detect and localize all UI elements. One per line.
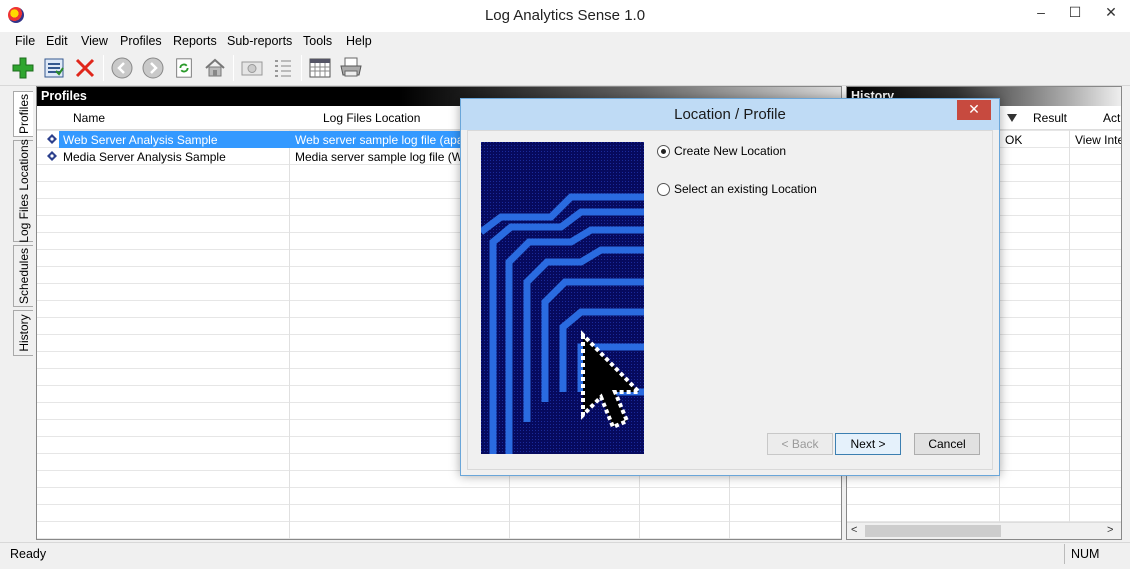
radio-dot [657, 182, 670, 196]
dialog-body: Create New Location Select an existing L… [467, 130, 993, 470]
history-result: OK [1005, 133, 1023, 147]
toolbar [0, 51, 1130, 86]
preview-icon[interactable] [239, 55, 265, 81]
wizard-image [481, 142, 644, 454]
list-icon[interactable] [270, 55, 296, 81]
home-icon[interactable] [202, 55, 228, 81]
profile-location: Media server sample log file (WMS) [295, 150, 463, 164]
scroll-thumb[interactable] [865, 525, 1001, 537]
profile-icon [47, 151, 57, 161]
num-lock-indicator: NUM [1064, 544, 1104, 564]
status-text: Ready [10, 547, 47, 561]
profile-name: Media Server Analysis Sample [63, 150, 226, 164]
column-log-files-location[interactable]: Log Files Location [323, 111, 420, 125]
location-profile-dialog: Location / Profile ✕ Create New Location… [460, 98, 1000, 476]
tab-schedules[interactable]: Schedules [13, 245, 33, 307]
menu-bar: File Edit View Profiles Reports Sub-repo… [0, 32, 1130, 51]
calendar-icon[interactable] [307, 55, 333, 81]
history-horizontal-scrollbar[interactable]: < > [847, 522, 1121, 539]
next-button[interactable]: Next > [835, 433, 901, 455]
print-icon[interactable] [338, 55, 364, 81]
forward-icon[interactable] [140, 55, 166, 81]
minimize-button[interactable]: – [1024, 0, 1058, 26]
status-bar: Ready NUM [0, 542, 1130, 569]
dialog-title: Location / Profile [674, 106, 786, 123]
tab-history[interactable]: History [13, 310, 33, 356]
side-tabs: Profiles Log Files Locations Schedules H… [8, 88, 34, 540]
back-button[interactable]: < Back [767, 433, 833, 455]
properties-icon[interactable] [41, 55, 67, 81]
column-name[interactable]: Name [73, 111, 105, 125]
menu-tools[interactable]: Tools [303, 34, 332, 48]
scroll-right-icon[interactable]: > [1107, 524, 1113, 536]
profile-icon [47, 134, 57, 144]
dialog-title-bar: Location / Profile ✕ [461, 99, 999, 130]
menu-reports[interactable]: Reports [173, 34, 217, 48]
history-action[interactable]: View Inte [1075, 133, 1121, 147]
menu-sub-reports[interactable]: Sub-reports [227, 34, 292, 48]
maximize-button[interactable]: ☐ [1058, 0, 1092, 26]
column-action[interactable]: Act [1103, 111, 1120, 125]
dialog-close-button[interactable]: ✕ [957, 100, 991, 120]
tab-log-files-locations[interactable]: Log Files Locations [13, 139, 33, 243]
add-icon[interactable] [10, 55, 36, 81]
menu-view[interactable]: View [81, 34, 108, 48]
radio-dot [657, 144, 670, 158]
delete-icon[interactable] [72, 55, 98, 81]
profile-location: Web server sample log file (apache) [295, 133, 463, 147]
filter-icon[interactable] [1007, 114, 1017, 123]
scroll-left-icon[interactable]: < [851, 524, 857, 536]
menu-file[interactable]: File [15, 34, 35, 48]
create-new-location-radio[interactable]: Create New Location [657, 144, 786, 158]
column-result[interactable]: Result [1033, 111, 1067, 125]
select-existing-location-radio[interactable]: Select an existing Location [657, 182, 817, 196]
tab-profiles[interactable]: Profiles [13, 91, 33, 137]
window-title: Log Analytics Sense 1.0 [484, 7, 646, 24]
close-window-button[interactable]: ✕ [1092, 0, 1130, 26]
refresh-icon[interactable] [171, 55, 197, 81]
menu-profiles[interactable]: Profiles [120, 34, 162, 48]
back-icon[interactable] [109, 55, 135, 81]
title-bar: Log Analytics Sense 1.0 – ☐ ✕ [0, 0, 1130, 32]
cancel-button[interactable]: Cancel [914, 433, 980, 455]
menu-help[interactable]: Help [346, 34, 372, 48]
profile-name: Web Server Analysis Sample [63, 133, 218, 147]
menu-edit[interactable]: Edit [46, 34, 68, 48]
